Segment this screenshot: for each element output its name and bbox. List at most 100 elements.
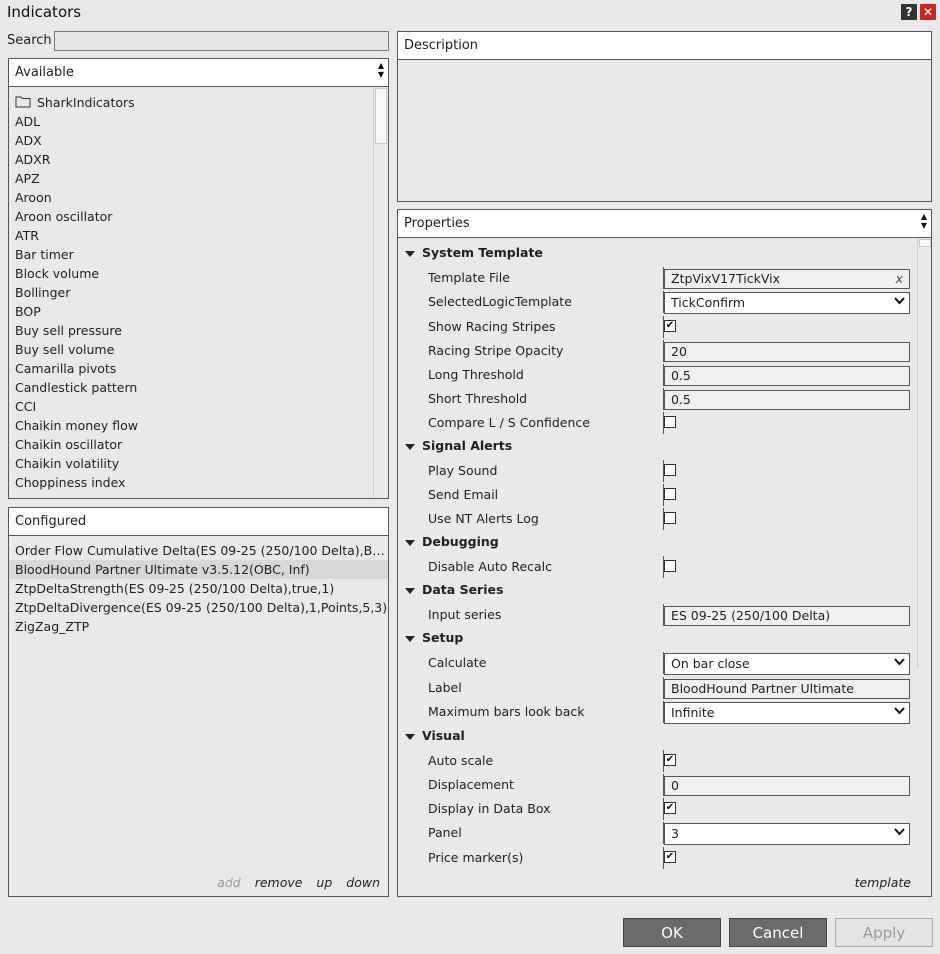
- property-checkbox[interactable]: [664, 488, 676, 500]
- chevron-down-icon[interactable]: [894, 826, 905, 839]
- remove-link[interactable]: remove: [255, 875, 303, 890]
- help-button[interactable]: ?: [901, 4, 917, 20]
- property-row-displacement: Displacement 0: [398, 774, 916, 798]
- available-item-bop[interactable]: BOP: [15, 302, 375, 321]
- property-checkbox[interactable]: [664, 464, 676, 476]
- property-text-input[interactable]: 0: [664, 776, 910, 796]
- up-link[interactable]: up: [316, 875, 332, 890]
- property-select-value: On bar close: [671, 656, 750, 671]
- add-link[interactable]: add: [217, 875, 241, 890]
- cancel-button[interactable]: Cancel: [729, 918, 827, 947]
- available-item-aroon-oscillator[interactable]: Aroon oscillator: [15, 207, 375, 226]
- property-text-input[interactable]: ZtpVixV17TickVix x: [664, 269, 910, 289]
- available-item-block-volume[interactable]: Block volume: [15, 264, 375, 283]
- property-select[interactable]: 3: [664, 823, 910, 845]
- collapse-triangle-icon[interactable]: [405, 734, 415, 740]
- available-item-atr[interactable]: ATR: [15, 226, 375, 245]
- property-checkbox[interactable]: [664, 512, 676, 524]
- configured-item[interactable]: ZtpDeltaDivergence(ES 09-25 (250/100 Del…: [9, 598, 388, 617]
- available-scrollbar[interactable]: [373, 88, 388, 498]
- property-select[interactable]: On bar close: [664, 653, 910, 675]
- ok-button[interactable]: OK: [623, 918, 721, 947]
- scroll-up-icon[interactable]: ▲: [918, 212, 930, 221]
- available-title: Available: [15, 65, 74, 80]
- chevron-down-icon[interactable]: [894, 295, 905, 308]
- available-item-buy-sell-pressure[interactable]: Buy sell pressure: [15, 321, 375, 340]
- chevron-down-icon[interactable]: [894, 656, 905, 669]
- property-checkbox[interactable]: ✔: [664, 802, 676, 814]
- available-item-adx[interactable]: ADX: [15, 131, 375, 150]
- available-item-bollinger[interactable]: Bollinger: [15, 283, 375, 302]
- property-row-calculate: Calculate On bar close: [398, 652, 916, 677]
- property-select[interactable]: TickConfirm: [664, 292, 910, 314]
- property-text-input[interactable]: 20: [664, 342, 910, 362]
- scroll-down-icon[interactable]: ▼: [918, 221, 930, 230]
- property-text-value: ES 09-25 (250/100 Delta): [671, 608, 831, 623]
- available-item-camarilla-pivots[interactable]: Camarilla pivots: [15, 359, 375, 378]
- property-value-cell: [663, 508, 910, 530]
- property-checkbox[interactable]: ✔: [664, 851, 676, 863]
- collapse-triangle-icon[interactable]: [405, 636, 415, 642]
- down-link[interactable]: down: [346, 875, 380, 890]
- properties-scrollbar[interactable]: [917, 239, 932, 669]
- available-item-label: ADX: [15, 133, 42, 148]
- scroll-up-icon[interactable]: ▲: [375, 61, 387, 70]
- property-row-show-racing-stripes: Show Racing Stripes ✔: [398, 316, 916, 340]
- property-text-value: ZtpVixV17TickVix: [671, 271, 780, 286]
- property-label: Auto scale: [428, 753, 494, 768]
- category-signal-alerts[interactable]: Signal Alerts: [398, 436, 916, 460]
- available-item-chaikin-volatility[interactable]: Chaikin volatility: [15, 454, 375, 473]
- search-input[interactable]: [54, 31, 389, 51]
- configured-item[interactable]: Order Flow Cumulative Delta(ES 09-25 (25…: [9, 541, 388, 560]
- property-checkbox[interactable]: [664, 560, 676, 572]
- property-select[interactable]: Infinite: [664, 702, 910, 724]
- chevron-down-icon[interactable]: [894, 705, 905, 718]
- properties-scrollbar-thumb[interactable]: [919, 239, 931, 247]
- available-item-choppiness-index[interactable]: Choppiness index: [15, 473, 375, 492]
- property-text-input[interactable]: 0.5: [664, 390, 910, 410]
- configured-item[interactable]: ZigZag_ZTP: [9, 617, 388, 636]
- available-item-chaikin-oscillator[interactable]: Chaikin oscillator: [15, 435, 375, 454]
- property-value-cell: [663, 484, 910, 506]
- available-item-apz[interactable]: APZ: [15, 169, 375, 188]
- category-debugging[interactable]: Debugging: [398, 532, 916, 556]
- property-checkbox[interactable]: [664, 416, 676, 428]
- collapse-triangle-icon[interactable]: [405, 540, 415, 546]
- property-value-cell: 20: [663, 340, 910, 362]
- available-item-candlestick-pattern[interactable]: Candlestick pattern: [15, 378, 375, 397]
- scroll-down-icon[interactable]: ▼: [375, 70, 387, 79]
- available-item-aroon[interactable]: Aroon: [15, 188, 375, 207]
- available-item-chaikin-money-flow[interactable]: Chaikin money flow: [15, 416, 375, 435]
- collapse-triangle-icon[interactable]: [405, 444, 415, 450]
- property-value-cell: ✔: [663, 750, 910, 772]
- clear-icon[interactable]: x: [896, 271, 903, 286]
- collapse-triangle-icon[interactable]: [405, 588, 415, 594]
- property-text-input[interactable]: BloodHound Partner Ultimate: [664, 679, 910, 699]
- property-row-disable-auto-recalc: Disable Auto Recalc: [398, 556, 916, 580]
- available-item-bar-timer[interactable]: Bar timer: [15, 245, 375, 264]
- properties-spinner[interactable]: ▲ ▼: [918, 212, 930, 230]
- category-visual[interactable]: Visual: [398, 726, 916, 750]
- property-checkbox[interactable]: ✔: [664, 320, 676, 332]
- configured-item[interactable]: BloodHound Partner Ultimate v3.5.12(OBC,…: [9, 560, 388, 579]
- close-button[interactable]: ✕: [920, 4, 936, 20]
- available-item-buy-sell-volume[interactable]: Buy sell volume: [15, 340, 375, 359]
- category-data-series[interactable]: Data Series: [398, 580, 916, 604]
- configured-item[interactable]: ZtpDeltaStrength(ES 09-25 (250/100 Delta…: [9, 579, 388, 598]
- category-setup[interactable]: Setup: [398, 628, 916, 652]
- template-link[interactable]: template: [855, 875, 911, 890]
- available-scrollbar-thumb[interactable]: [375, 88, 387, 144]
- collapse-triangle-icon[interactable]: [405, 251, 415, 257]
- property-text-input[interactable]: 0.5: [664, 366, 910, 386]
- available-item-adxr[interactable]: ADXR: [15, 150, 375, 169]
- property-row-compare-l-s-confidence: Compare L / S Confidence: [398, 412, 916, 436]
- apply-button[interactable]: Apply: [835, 918, 933, 947]
- available-item-sharkindicators[interactable]: SharkIndicators: [15, 93, 375, 112]
- available-item-cci[interactable]: CCI: [15, 397, 375, 416]
- property-checkbox[interactable]: ✔: [664, 754, 676, 766]
- available-spinner[interactable]: ▲ ▼: [375, 61, 387, 79]
- property-select-value: 3: [671, 826, 679, 841]
- available-item-adl[interactable]: ADL: [15, 112, 375, 131]
- category-system-template[interactable]: System Template: [398, 243, 916, 267]
- property-text-input[interactable]: ES 09-25 (250/100 Delta): [664, 606, 910, 626]
